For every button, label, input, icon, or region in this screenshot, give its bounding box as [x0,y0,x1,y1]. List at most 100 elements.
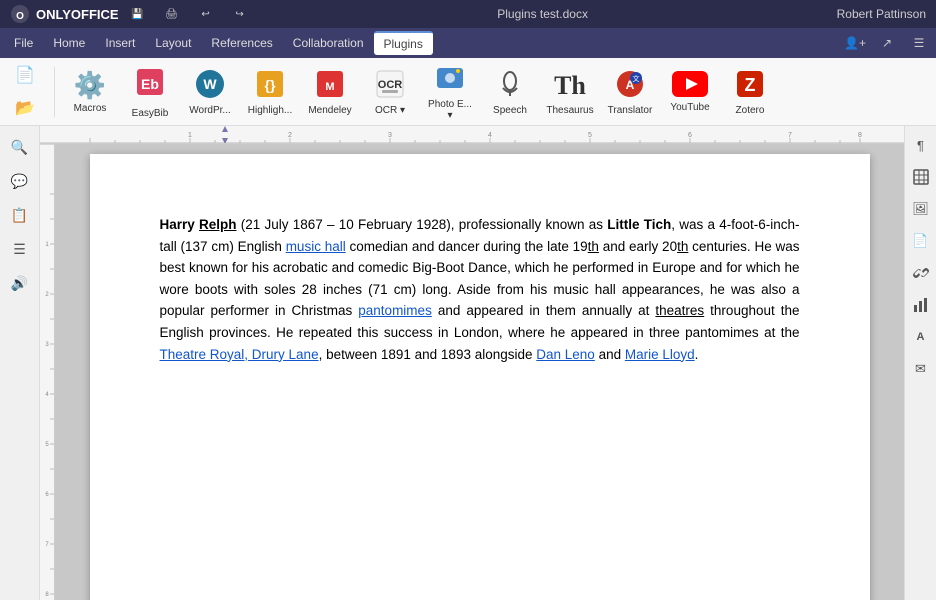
redo-btn[interactable]: ↪ [231,5,249,23]
translator-label: Translator [608,105,653,116]
theatre-royal-link[interactable]: Theatre Royal, Drury Lane [160,347,319,362]
svg-text:1: 1 [188,132,192,139]
pantomimes-link[interactable]: pantomimes [358,303,432,318]
menu-plugins[interactable]: Plugins [374,31,433,55]
svg-text:8: 8 [858,132,862,139]
thesaurus-icon: Th [554,68,586,103]
document-content-area: Harry Relph (21 July 1867 – 10 February … [55,144,904,600]
share-button[interactable]: ↗ [874,32,900,54]
svg-text:7: 7 [45,542,49,548]
easybib-icon: Eb [133,65,167,106]
comments-btn[interactable]: 💬 [3,166,37,196]
known-as: Little Tich [607,217,671,232]
svg-text:4: 4 [45,392,49,398]
mendeley-button[interactable]: M Mendeley [301,62,359,122]
paragraph-marks-btn[interactable]: ¶ [908,132,934,158]
macros-button[interactable]: ⚙️ Macros [61,62,119,122]
horizontal-ruler: 1 2 3 4 [40,126,904,144]
chart-btn[interactable] [908,292,934,318]
wordpress-label: WordPr... [189,105,231,116]
photo-editor-label: Photo E... ▾ [425,99,475,121]
zotero-button[interactable]: Z Zotero [721,62,779,122]
document-title: Plugins test.docx [249,7,837,21]
mendeley-label: Mendeley [308,105,351,116]
audio-btn[interactable]: 🔊 [3,268,37,298]
zotero-icon: Z [734,68,766,103]
app-logo: O ONLYOFFICE [10,4,119,24]
user-name: Robert Pattinson [837,7,926,21]
macros-icon: ⚙️ [74,70,106,101]
image-btn[interactable]: 🖼 [908,196,934,222]
photo-editor-icon [434,62,466,97]
new-doc-btn[interactable]: 📄 [8,60,42,90]
toolbar-sep-1 [54,67,55,117]
wordpress-button[interactable]: W WordPr... [181,62,239,122]
thesaurus-button[interactable]: Th Thesaurus [541,62,599,122]
svg-text:3: 3 [45,342,49,348]
menu-collaboration[interactable]: Collaboration [283,32,374,54]
svg-text:M: M [325,81,334,93]
music-hall-link[interactable]: music hall [286,239,346,254]
ruler-and-content: 1 2 3 4 [40,126,904,600]
thesaurus-label: Thesaurus [546,105,593,116]
theatres-link: theatres [655,303,704,318]
menu-layout[interactable]: Layout [145,32,201,54]
svg-text:3: 3 [388,132,392,139]
document-page[interactable]: Harry Relph (21 July 1867 – 10 February … [90,154,870,600]
translator-button[interactable]: A 文 Translator [601,62,659,122]
zotero-label: Zotero [736,105,765,116]
menu-insert[interactable]: Insert [95,32,145,54]
photo-editor-button[interactable]: Photo E... ▾ [421,62,479,122]
highlight-button[interactable]: {} Highligh... [241,62,299,122]
mendeley-icon: M [314,68,346,103]
easybib-label: EasyBib [132,108,169,119]
youtube-button[interactable]: YouTube [661,62,719,122]
svg-text:OCR: OCR [378,79,403,91]
svg-text:4: 4 [488,132,492,139]
logo-icon: O [10,4,30,24]
text-art-btn[interactable]: A [908,324,934,350]
ocr-icon: OCR [374,68,406,103]
marie-lloyd-link[interactable]: Marie Lloyd [625,347,695,362]
title-bar: O ONLYOFFICE 💾 🖨 ↩ ↪ Plugins test.docx R… [0,0,936,28]
save-btn[interactable]: 💾 [129,5,147,23]
clipboard-btn[interactable]: 📋 [3,200,37,230]
vertical-ruler: 1 2 3 4 5 [40,144,55,600]
translator-icon: A 文 [614,68,646,103]
person-name: Harry [160,217,200,232]
print-btn[interactable]: 🖨 [163,5,181,23]
table-btn[interactable] [908,164,934,190]
svg-text:Th: Th [554,71,586,100]
svg-text:2: 2 [45,292,49,298]
link-sidebar-btn[interactable] [908,260,934,286]
document-paragraph: Harry Relph (21 July 1867 – 10 February … [160,214,800,365]
right-panel: ¶ 🖼 📄 A ✉ [904,126,936,600]
youtube-label: YouTube [670,102,709,113]
menu-home[interactable]: Home [43,32,95,54]
svg-text:W: W [203,76,217,92]
speech-icon [494,68,526,103]
menu-toggle-button[interactable]: ☰ [906,32,932,54]
svg-text:6: 6 [688,132,692,139]
menu-file[interactable]: File [4,32,43,54]
mail-btn[interactable]: ✉ [908,356,934,382]
speech-button[interactable]: Speech [481,62,539,122]
svg-text:1: 1 [45,242,49,248]
main-layout: 🔍 💬 📋 ☰ 🔊 [0,126,936,600]
svg-text:5: 5 [45,442,49,448]
undo-btn[interactable]: ↩ [197,5,215,23]
ocr-button[interactable]: OCR OCR ▾ [361,62,419,122]
menu-references[interactable]: References [201,32,282,54]
macros-label: Macros [74,103,107,114]
open-doc-btn[interactable]: 📂 [8,93,42,123]
menu-bar: File Home Insert Layout References Colla… [0,28,936,58]
svg-text:{}: {} [265,77,276,93]
dan-leno-link[interactable]: Dan Leno [536,347,595,362]
easybib-button[interactable]: Eb EasyBib [121,62,179,122]
svg-text:文: 文 [633,74,640,83]
svg-text:8: 8 [45,592,49,598]
page-btn[interactable]: 📄 [908,228,934,254]
search-sidebar-btn[interactable]: 🔍 [3,132,37,162]
add-user-button[interactable]: 👤+ [842,32,868,54]
outline-btn[interactable]: ☰ [3,234,37,264]
